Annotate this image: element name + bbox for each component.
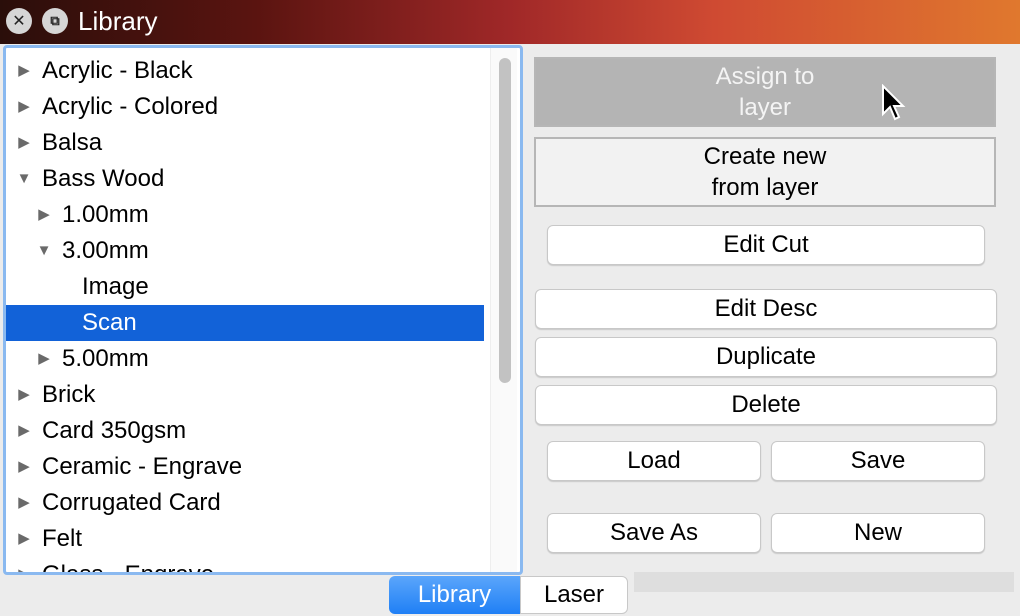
disclosure-collapsed-icon[interactable]: ▶: [16, 413, 32, 449]
tree-item[interactable]: ▶ Acrylic - Black: [6, 53, 484, 89]
tab-library[interactable]: Library: [389, 576, 520, 614]
disclosure-collapsed-icon[interactable]: ▶: [36, 341, 52, 377]
tree-item-label: 1.00mm: [62, 201, 149, 228]
create-new-from-layer-button[interactable]: Create new from layer: [534, 137, 996, 207]
tree-item[interactable]: ▶ Corrugated Card: [6, 485, 484, 521]
duplicate-button[interactable]: Duplicate: [535, 337, 997, 377]
tree-item[interactable]: ▶ Balsa: [6, 125, 484, 161]
tree-item[interactable]: ▼ 3.00mm: [6, 233, 484, 269]
assign-to-layer-label-2: layer: [738, 94, 792, 121]
delete-button[interactable]: Delete: [535, 385, 997, 425]
tree-item-label: Glass - Engrave: [42, 561, 215, 575]
restore-window-icon[interactable]: ⧉: [42, 8, 68, 34]
close-icon[interactable]: ✕: [6, 8, 32, 34]
tree-item[interactable]: ▶ Felt: [6, 521, 484, 557]
tree-item-label: Felt: [42, 525, 83, 552]
tree-item-label: Brick: [42, 381, 96, 408]
tree-item[interactable]: ▶ Card 350gsm: [6, 413, 484, 449]
tree-item[interactable]: ▶ Acrylic - Colored: [6, 89, 484, 125]
scrollbar-thumb[interactable]: [499, 58, 511, 383]
tree-item-label: Acrylic - Colored: [42, 93, 219, 120]
tree-item[interactable]: Scan: [6, 305, 484, 341]
mouse-cursor-icon: [882, 84, 906, 121]
disclosure-collapsed-icon[interactable]: ▶: [16, 449, 32, 485]
tree-item-label: Acrylic - Black: [42, 57, 193, 84]
tree-item[interactable]: ▶ Ceramic - Engrave: [6, 449, 484, 485]
disclosure-collapsed-icon[interactable]: ▶: [36, 197, 52, 233]
tree-item[interactable]: ▶ Glass - Engrave: [6, 557, 484, 575]
save-as-button[interactable]: Save As: [547, 513, 761, 553]
disclosure-expanded-icon[interactable]: ▼: [16, 161, 32, 197]
edit-desc-button[interactable]: Edit Desc: [535, 289, 997, 329]
tree-item[interactable]: ▼ Bass Wood: [6, 161, 484, 197]
tree-item-label: 3.00mm: [62, 237, 149, 264]
disclosure-collapsed-icon[interactable]: ▶: [16, 377, 32, 413]
create-new-label-1: Create new: [703, 143, 827, 170]
tree-item-label: Bass Wood: [42, 165, 165, 192]
tree-item[interactable]: ▶ 1.00mm: [6, 197, 484, 233]
disclosure-collapsed-icon[interactable]: ▶: [16, 89, 32, 125]
tree-item-label: Card 350gsm: [42, 417, 187, 444]
title-bar: ✕ ⧉ Library: [0, 0, 1020, 44]
edit-cut-button[interactable]: Edit Cut: [547, 225, 985, 265]
tree-item[interactable]: ▶ Brick: [6, 377, 484, 413]
save-button[interactable]: Save: [771, 441, 985, 481]
tab-bar-divider: [634, 572, 1014, 592]
material-tree[interactable]: ▶ Acrylic - Black ▶ Acrylic - Colored ▶ Balsa…: [3, 45, 523, 575]
disclosure-collapsed-icon[interactable]: ▶: [16, 521, 32, 557]
disclosure-collapsed-icon[interactable]: ▶: [16, 557, 32, 572]
assign-to-layer-label-1: Assign to: [715, 63, 815, 90]
assign-to-layer-button[interactable]: Assign to layer: [534, 57, 996, 127]
tree-item-label: Image: [82, 273, 149, 300]
disclosure-expanded-icon[interactable]: ▼: [36, 233, 52, 269]
tree-item[interactable]: Image: [6, 269, 484, 305]
tree-item-label: Scan: [82, 309, 137, 336]
window-title: Library: [78, 6, 158, 36]
load-button[interactable]: Load: [547, 441, 761, 481]
create-new-label-2: from layer: [711, 174, 819, 201]
disclosure-collapsed-icon[interactable]: ▶: [16, 53, 32, 89]
tree-item-label: Corrugated Card: [42, 489, 221, 516]
disclosure-collapsed-icon[interactable]: ▶: [16, 485, 32, 521]
tab-laser[interactable]: Laser: [520, 576, 628, 614]
tree-item[interactable]: ▶ 5.00mm: [6, 341, 484, 377]
tree-item-label: Ceramic - Engrave: [42, 453, 243, 480]
new-button[interactable]: New: [771, 513, 985, 553]
disclosure-collapsed-icon[interactable]: ▶: [16, 125, 32, 161]
tree-item-label: 5.00mm: [62, 345, 149, 372]
tree-item-label: Balsa: [42, 129, 103, 156]
